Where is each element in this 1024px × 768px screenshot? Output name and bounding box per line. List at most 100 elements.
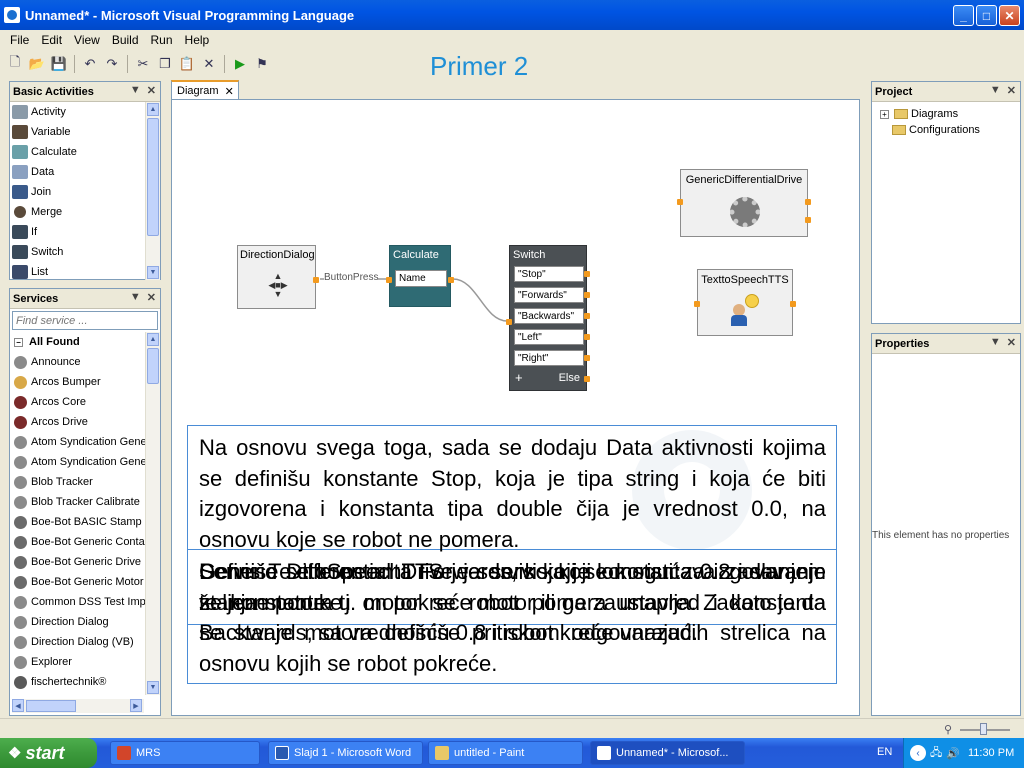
service-item[interactable]: Blob Tracker Calibrate xyxy=(10,492,160,512)
menu-view[interactable]: View xyxy=(68,33,106,47)
output-port[interactable] xyxy=(584,271,590,277)
task-paint[interactable]: untitled - Paint xyxy=(428,741,583,765)
close-icon[interactable]: ✕ xyxy=(147,291,156,304)
input-port[interactable] xyxy=(694,301,700,307)
switch-case[interactable]: "Backwards" xyxy=(514,308,584,324)
clock[interactable]: 11:30 PM xyxy=(968,747,1014,759)
output-port[interactable] xyxy=(805,199,811,205)
output-port[interactable] xyxy=(805,217,811,223)
service-item[interactable]: Atom Syndication Gene xyxy=(10,432,160,452)
task-mrs[interactable]: MRS xyxy=(110,741,260,765)
close-icon[interactable]: ✕ xyxy=(1007,336,1016,349)
node-generic-differential-drive[interactable]: GenericDifferentialDrive xyxy=(677,169,811,237)
service-item[interactable]: Boe-Bot Generic Drive xyxy=(10,552,160,572)
menu-file[interactable]: File xyxy=(4,33,35,47)
maximize-button[interactable]: □ xyxy=(976,5,997,26)
output-port[interactable] xyxy=(584,292,590,298)
close-icon[interactable]: ✕ xyxy=(1007,84,1016,97)
volume-icon[interactable]: 🔊 xyxy=(946,747,960,760)
expand-icon[interactable]: + xyxy=(880,109,889,119)
new-icon[interactable]: 🗋 xyxy=(6,54,24,73)
service-item[interactable]: fischertechnik® xyxy=(10,672,160,692)
data-item[interactable]: Data xyxy=(10,162,160,182)
menu-run[interactable]: Run xyxy=(145,33,179,47)
input-port[interactable] xyxy=(386,277,392,283)
redo-icon[interactable]: ↷ xyxy=(103,55,121,73)
services-scrollbar[interactable]: ▲ ▼ xyxy=(145,332,160,695)
dropdown-icon[interactable]: ▼ xyxy=(990,84,1001,97)
output-port[interactable] xyxy=(790,301,796,307)
zoom-thumb[interactable] xyxy=(980,723,987,735)
calculate-expression-field[interactable]: Name xyxy=(395,270,447,287)
language-indicator[interactable]: EN xyxy=(877,746,892,758)
service-item[interactable]: Common DSS Test Imp xyxy=(10,592,160,612)
switch-case[interactable]: "Left" xyxy=(514,329,584,345)
paste-icon[interactable]: 📋 xyxy=(178,55,196,73)
cut-icon[interactable]: ✂ xyxy=(134,55,152,73)
service-item[interactable]: Explorer xyxy=(10,652,160,672)
delete-icon[interactable]: ✕ xyxy=(200,55,218,73)
variable-item[interactable]: Variable xyxy=(10,122,160,142)
close-tab-icon[interactable]: ✕ xyxy=(225,85,234,98)
tab-diagram[interactable]: Diagram ✕ xyxy=(171,80,239,100)
collapse-icon[interactable]: − xyxy=(14,337,23,347)
node-text-to-speech[interactable]: TexttoSpeechTTS xyxy=(694,269,796,336)
node-switch[interactable]: Switch "Stop" "Forwards" "Backwards" "Le… xyxy=(506,245,590,391)
save-icon[interactable]: 💾 xyxy=(50,55,68,73)
scroll-up-icon[interactable]: ▲ xyxy=(147,333,159,346)
group-header-all-found[interactable]: − All Found xyxy=(10,332,160,352)
scroll-left-icon[interactable]: ◀ xyxy=(12,699,24,712)
tray-arrow-icon[interactable]: ‹ xyxy=(910,745,926,761)
task-word[interactable]: Slajd 1 - Microsoft Word xyxy=(268,741,423,765)
service-item[interactable]: Announce xyxy=(10,352,160,372)
services-hscrollbar[interactable]: ◀ ▶ xyxy=(12,699,144,713)
menu-build[interactable]: Build xyxy=(106,33,145,47)
diagram-canvas[interactable]: DirectionDialog ▲ ◀■▶ ▼ ButtonPress Calcul… xyxy=(171,99,860,716)
switch-item[interactable]: Switch xyxy=(10,242,160,262)
debug-icon[interactable]: ⚑ xyxy=(253,55,271,73)
service-item[interactable]: Boe-Bot BASIC Stamp 2 xyxy=(10,512,160,532)
tree-item-configurations[interactable]: Configurations xyxy=(878,122,1014,138)
dropdown-icon[interactable]: ▼ xyxy=(130,84,141,97)
close-icon[interactable]: ✕ xyxy=(147,84,156,97)
node-direction-dialog[interactable]: DirectionDialog ▲ ◀■▶ ▼ xyxy=(237,245,319,309)
task-vpl[interactable]: Unnamed* - Microsof... xyxy=(590,741,745,765)
list-item[interactable]: List xyxy=(10,262,160,280)
scroll-down-icon[interactable]: ▼ xyxy=(147,266,159,279)
close-window-button[interactable]: ✕ xyxy=(999,5,1020,26)
node-calculate[interactable]: Calculate Name xyxy=(386,245,454,307)
service-item[interactable]: Boe-Bot Generic Motor xyxy=(10,572,160,592)
switch-case[interactable]: "Stop" xyxy=(514,266,584,282)
service-item[interactable]: Follower xyxy=(10,692,160,695)
output-port[interactable] xyxy=(584,355,590,361)
merge-item[interactable]: Merge xyxy=(10,202,160,222)
output-port[interactable] xyxy=(584,376,590,382)
service-item[interactable]: Arcos Core xyxy=(10,392,160,412)
activities-scrollbar[interactable]: ▲ ▼ xyxy=(145,102,160,280)
minimize-button[interactable]: _ xyxy=(953,5,974,26)
undo-icon[interactable]: ↶ xyxy=(81,55,99,73)
service-item[interactable]: Direction Dialog xyxy=(10,612,160,632)
menu-help[interactable]: Help xyxy=(179,33,216,47)
output-port[interactable] xyxy=(584,313,590,319)
add-case-button[interactable]: + xyxy=(515,370,523,385)
input-port[interactable] xyxy=(506,319,512,325)
input-port[interactable] xyxy=(677,199,683,205)
open-icon[interactable]: 📂 xyxy=(28,55,46,73)
switch-case[interactable]: "Forwards" xyxy=(514,287,584,303)
output-port[interactable] xyxy=(584,334,590,340)
output-port[interactable] xyxy=(448,277,454,283)
run-icon[interactable]: ▶ xyxy=(231,55,249,73)
tree-item-diagrams[interactable]: + Diagrams xyxy=(878,106,1014,122)
if-item[interactable]: If xyxy=(10,222,160,242)
scroll-down-icon[interactable]: ▼ xyxy=(147,681,159,694)
menu-edit[interactable]: Edit xyxy=(35,33,68,47)
zoom-slider[interactable]: ⚲ xyxy=(944,723,1014,736)
join-item[interactable]: Join xyxy=(10,182,160,202)
dropdown-icon[interactable]: ▼ xyxy=(990,336,1001,349)
scroll-thumb[interactable] xyxy=(147,348,159,384)
copy-icon[interactable]: ❐ xyxy=(156,55,174,73)
network-icon[interactable]: 🖧 xyxy=(930,744,942,763)
scroll-right-icon[interactable]: ▶ xyxy=(130,699,142,712)
dropdown-icon[interactable]: ▼ xyxy=(130,291,141,304)
